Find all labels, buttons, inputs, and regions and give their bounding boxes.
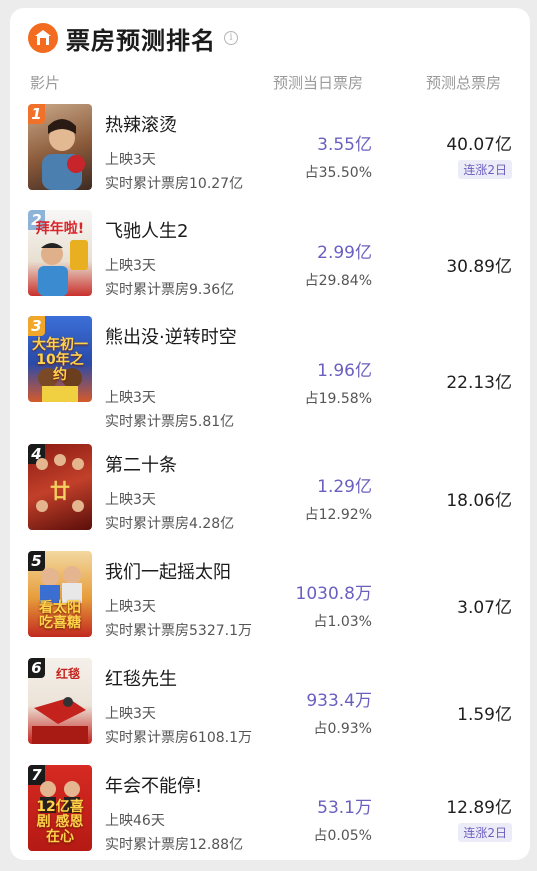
cumulative-box-office: 实时累计票房5.81亿 [105, 414, 235, 430]
poster-tagline: 12亿喜剧 感恩在心 [36, 799, 84, 845]
poster-2-image[interactable]: 2 拜年啦! [28, 210, 92, 296]
predicted-day-box-office: 3.55亿 [317, 135, 372, 155]
box-office-ranking-card: 票房预测排名 i 影片 预测当日票房 预测总票房 1 热辣滚烫 上映3天 实时累… [10, 8, 530, 860]
release-days: 上映3天 [105, 706, 156, 722]
movie-name[interactable]: 第二十条 [105, 452, 265, 480]
svg-text:红毯: 红毯 [56, 666, 80, 681]
poster-tagline: 大年初一 10年之约 [32, 337, 88, 383]
release-days: 上映3天 [105, 390, 156, 406]
predicted-total-box-office: 18.06亿 [446, 491, 512, 511]
column-header-total-box-office[interactable]: 预测总票房 [426, 72, 501, 93]
predicted-total-box-office: 12.89亿 [446, 798, 512, 818]
day-share-percent: 占0.93% [313, 721, 372, 737]
release-days: 上映3天 [105, 599, 156, 615]
movie-row[interactable]: 3 大年初一 10年之约 熊出没·逆转时空 上映3天 实时累计票房5.81亿 1… [10, 316, 530, 436]
predicted-total-box-office: 1.59亿 [457, 705, 512, 725]
page-title: 票房预测排名 [66, 26, 216, 55]
predicted-day-box-office: 1030.8万 [295, 584, 372, 604]
poster-7-image[interactable]: 7 12亿喜剧 感恩在心 [28, 765, 92, 851]
card-header: 票房预测排名 i [28, 18, 238, 58]
predicted-total-box-office: 30.89亿 [446, 257, 512, 277]
svg-text:廿: 廿 [50, 479, 70, 503]
column-header-day-box-office[interactable]: 预测当日票房 [273, 72, 363, 93]
movie-row[interactable]: 5 看太阳 吃喜糖 我们一起摇太阳 上映3天 实时累计票房5327.1万 103… [10, 551, 530, 657]
poster-5-image[interactable]: 5 看太阳 吃喜糖 [28, 551, 92, 637]
column-header-film: 影片 [30, 74, 61, 92]
poster-tagline: 看太阳 吃喜糖 [39, 600, 81, 631]
predicted-day-box-office: 2.99亿 [317, 243, 372, 263]
movie-name[interactable]: 熊出没·逆转时空 [105, 324, 265, 352]
poster-4-image[interactable]: 4 廿 [28, 444, 92, 530]
poster-1-image[interactable]: 1 [28, 104, 92, 190]
movie-row[interactable]: 6 红毯 红毯先生 上映3天 实时累计票房6108.1万 933.4万 占0.9… [10, 658, 530, 764]
info-icon[interactable]: i [224, 31, 238, 45]
movie-row[interactable]: 4 廿 第二十条 上映3天 实时累计票房4.28亿 1.29亿 占12.92% … [10, 444, 530, 550]
movie-name[interactable]: 热辣滚烫 [105, 112, 265, 140]
poster-tagline: 拜年啦! [35, 221, 85, 237]
release-days: 上映46天 [105, 813, 165, 829]
rising-streak-badge: 连涨2日 [458, 823, 512, 842]
app-logo-icon [28, 23, 58, 53]
rising-streak-badge: 连涨2日 [458, 160, 512, 179]
predicted-day-box-office: 1.96亿 [317, 361, 372, 381]
day-share-percent: 占12.92% [304, 507, 372, 523]
day-share-percent: 占35.50% [304, 165, 372, 181]
movie-name[interactable]: 飞驰人生2 [105, 218, 265, 246]
cumulative-box-office: 实时累计票房12.88亿 [105, 837, 244, 853]
movie-name[interactable]: 年会不能停! [105, 773, 265, 801]
movie-row[interactable]: 7 12亿喜剧 感恩在心 年会不能停! 上映46天 实时累计票房12.88亿 5… [10, 765, 530, 871]
movie-row[interactable]: 2 拜年啦! 飞驰人生2 上映3天 实时累计票房9.36亿 2.99亿 占29.… [10, 210, 530, 316]
cumulative-box-office: 实时累计票房6108.1万 [105, 730, 252, 746]
predicted-day-box-office: 933.4万 [306, 691, 372, 711]
release-days: 上映3天 [105, 152, 156, 168]
cumulative-box-office: 实时累计票房9.36亿 [105, 282, 235, 298]
predicted-day-box-office: 1.29亿 [317, 477, 372, 497]
release-days: 上映3天 [105, 492, 156, 508]
predicted-total-box-office: 22.13亿 [446, 373, 512, 393]
release-days: 上映3天 [105, 258, 156, 274]
predicted-total-box-office: 3.07亿 [457, 598, 512, 618]
cumulative-box-office: 实时累计票房5327.1万 [105, 623, 252, 639]
predicted-total-box-office: 40.07亿 [446, 135, 512, 155]
cumulative-box-office: 实时累计票房10.27亿 [105, 176, 244, 192]
day-share-percent: 占0.05% [313, 828, 372, 844]
movie-name[interactable]: 我们一起摇太阳 [105, 559, 265, 587]
cumulative-box-office: 实时累计票房4.28亿 [105, 516, 235, 532]
day-share-percent: 占29.84% [304, 273, 372, 289]
movie-name[interactable]: 红毯先生 [105, 666, 265, 694]
day-share-percent: 占19.58% [304, 391, 372, 407]
poster-6-image[interactable]: 6 红毯 [28, 658, 92, 744]
predicted-day-box-office: 53.1万 [317, 798, 372, 818]
poster-3-image[interactable]: 3 大年初一 10年之约 [28, 316, 92, 402]
movie-row[interactable]: 1 热辣滚烫 上映3天 实时累计票房10.27亿 3.55亿 占35.50% 4… [10, 104, 530, 210]
day-share-percent: 占1.03% [313, 614, 372, 630]
